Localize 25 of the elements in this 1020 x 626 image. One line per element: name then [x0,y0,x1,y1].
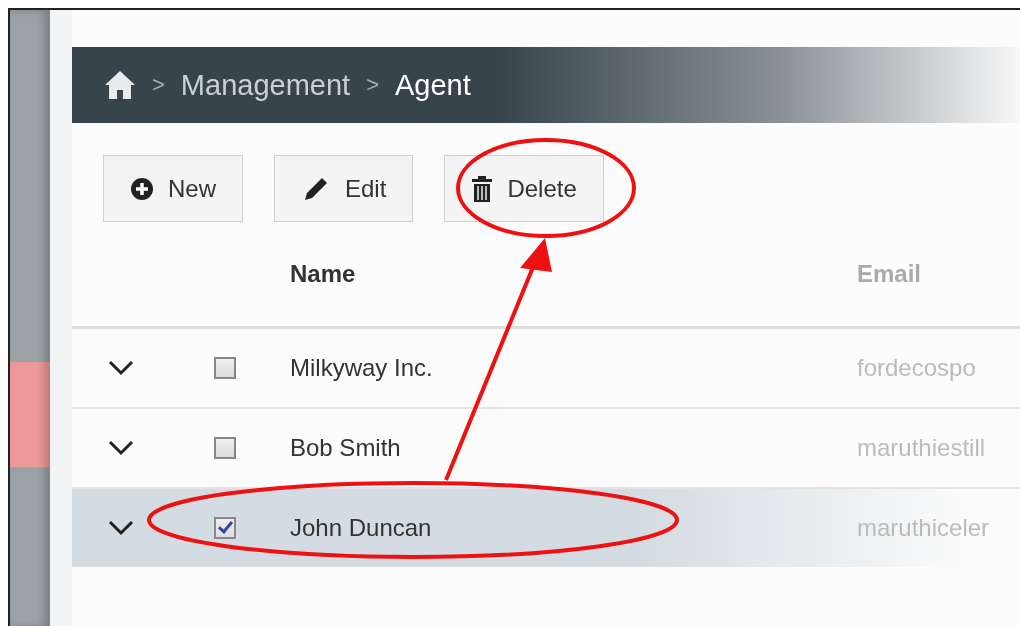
chevron-down-icon[interactable] [108,440,134,456]
trash-icon [471,174,494,203]
chevron-down-icon[interactable] [108,360,134,376]
breadcrumb-separator: > [152,72,165,98]
column-header: Name [290,260,357,288]
home-icon[interactable] [104,70,136,100]
row-checkbox[interactable] [214,517,236,539]
table-cell: fordecospo [857,354,976,382]
breadcrumb-separator: > [366,72,379,98]
breadcrumb-item: Agent [395,68,471,102]
table-cell-text: John Duncan [290,514,433,542]
table-row[interactable]: Milkyway Inc. fordecospo [72,329,1020,409]
table-cell-text: Bob Smith [290,434,402,462]
row-checkbox[interactable] [214,437,236,459]
chevron-down-icon[interactable] [108,520,134,536]
edit-button[interactable]: Edit [274,155,414,222]
table-cell: maruthiestill [857,434,986,462]
table-cell-text: Milkyway Inc. [290,354,434,382]
row-checkbox[interactable] [214,357,236,379]
breadcrumb-item[interactable]: Management [180,68,351,102]
table-cell: maruthiceler [857,514,990,542]
new-button[interactable]: New [103,155,243,222]
column-header: Email [857,260,922,288]
plus-circle-icon [130,176,154,201]
delete-button[interactable]: Delete [444,155,604,222]
